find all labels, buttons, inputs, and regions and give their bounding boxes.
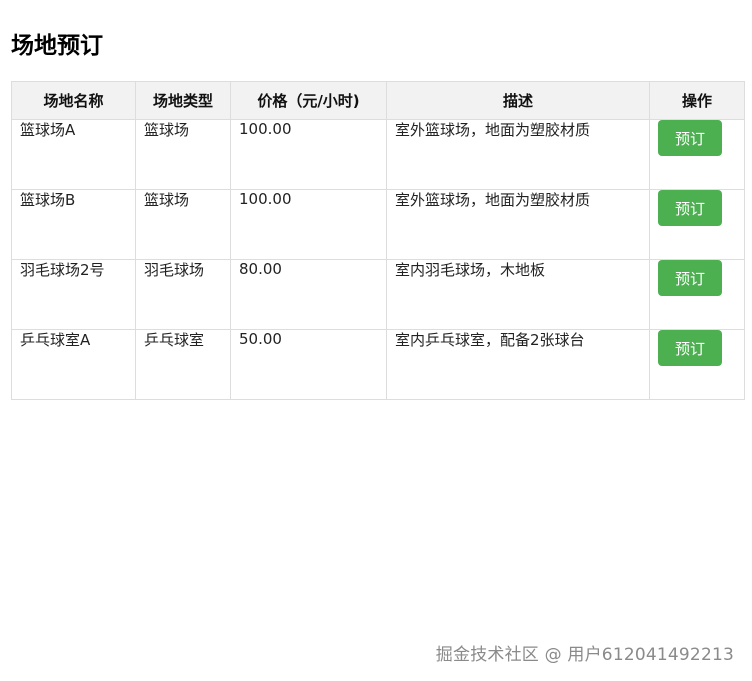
venue-description-cell: 室内乒乓球室，配备2张球台 [386, 329, 650, 400]
column-header-name: 场地名称 [11, 81, 136, 120]
venue-table: 场地名称 场地类型 价格（元/小时) 描述 操作 篮球场A 篮球场 100.00… [11, 81, 745, 400]
venue-description-cell: 室内羽毛球场，木地板 [386, 259, 650, 330]
table-header-row: 场地名称 场地类型 价格（元/小时) 描述 操作 [11, 81, 745, 120]
venue-price-cell: 100.00 [230, 189, 387, 260]
venue-action-cell: 预订 [649, 259, 745, 330]
venue-type-cell: 篮球场 [135, 189, 231, 260]
column-header-type: 场地类型 [135, 81, 231, 120]
venue-price-cell: 50.00 [230, 329, 387, 400]
table-row: 羽毛球场2号 羽毛球场 80.00 室内羽毛球场，木地板 预订 [11, 259, 745, 330]
venue-type-cell: 篮球场 [135, 119, 231, 190]
venue-name-cell: 羽毛球场2号 [11, 259, 136, 330]
venue-type-cell: 羽毛球场 [135, 259, 231, 330]
book-button[interactable]: 预订 [658, 120, 722, 156]
book-button[interactable]: 预订 [658, 190, 722, 226]
book-button[interactable]: 预订 [658, 330, 722, 366]
watermark: 掘金技术社区 @ 用户612041492213 [435, 645, 734, 665]
venue-description-cell: 室外篮球场，地面为塑胶材质 [386, 119, 650, 190]
venue-name-cell: 篮球场A [11, 119, 136, 190]
venue-type-cell: 乒乓球室 [135, 329, 231, 400]
column-header-description: 描述 [386, 81, 650, 120]
table-row: 篮球场B 篮球场 100.00 室外篮球场，地面为塑胶材质 预订 [11, 189, 745, 260]
venue-price-cell: 80.00 [230, 259, 387, 330]
venue-description-cell: 室外篮球场，地面为塑胶材质 [386, 189, 650, 260]
table-row: 乒乓球室A 乒乓球室 50.00 室内乒乓球室，配备2张球台 预订 [11, 329, 745, 400]
venue-action-cell: 预订 [649, 189, 745, 260]
venue-name-cell: 篮球场B [11, 189, 136, 260]
venue-action-cell: 预订 [649, 329, 745, 400]
page-title: 场地预订 [11, 33, 103, 59]
table-row: 篮球场A 篮球场 100.00 室外篮球场，地面为塑胶材质 预订 [11, 119, 745, 190]
column-header-price: 价格（元/小时) [230, 81, 387, 120]
venue-name-cell: 乒乓球室A [11, 329, 136, 400]
column-header-action: 操作 [649, 81, 745, 120]
book-button[interactable]: 预订 [658, 260, 722, 296]
venue-action-cell: 预订 [649, 119, 745, 190]
venue-price-cell: 100.00 [230, 119, 387, 190]
